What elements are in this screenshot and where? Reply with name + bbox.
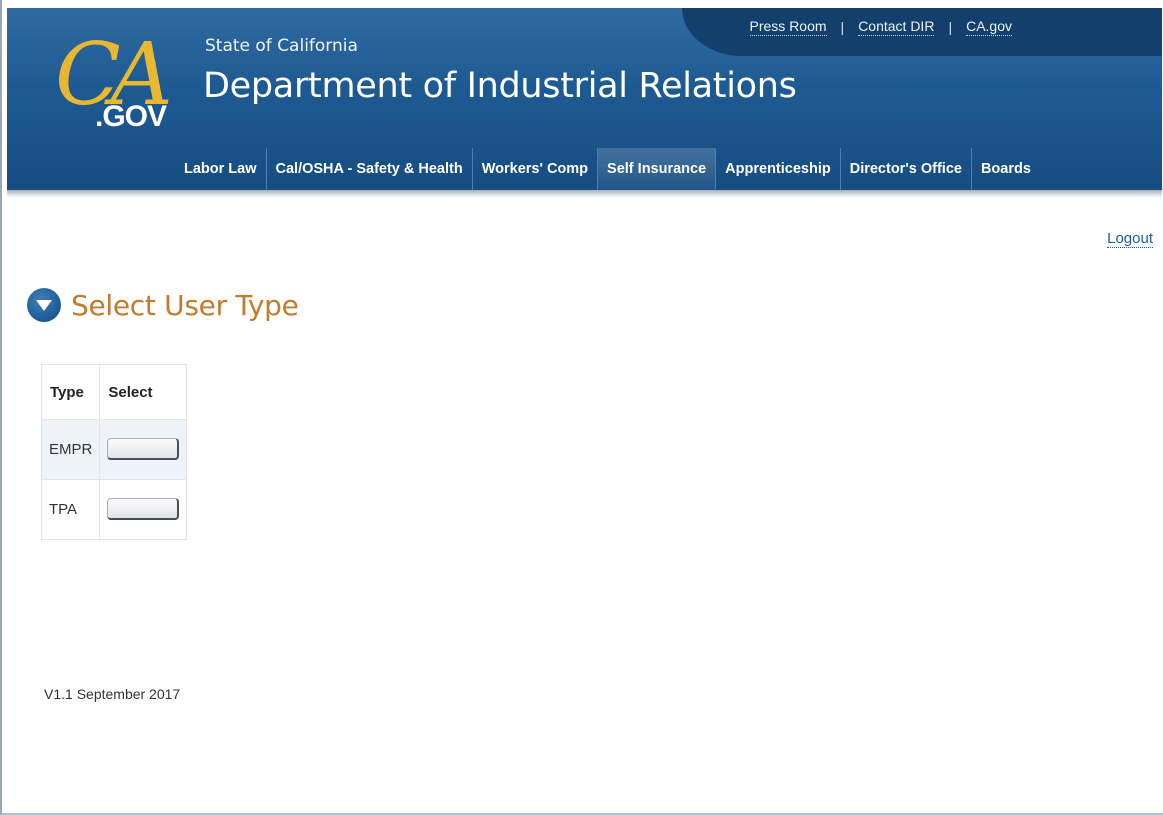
browser-frame: Press Room | Contact DIR | CA.gov CA .GO… [0,0,1163,815]
utility-separator: | [840,19,845,35]
nav-item-labor-law[interactable]: Labor Law [175,148,267,190]
nav-item-apprenticeship[interactable]: Apprenticeship [716,148,841,190]
user-type-cell: EMPR [40,419,101,480]
select-empr-button[interactable] [107,437,180,460]
table-row: EMPR [40,419,188,480]
nav-item-boards[interactable]: Boards [972,148,1040,190]
table-header-row: Type Select [40,364,188,420]
utility-separator: | [948,19,953,35]
state-label: State of California [205,36,358,56]
select-cell [99,479,188,540]
nav-item-self-insurance[interactable]: Self Insurance [598,148,717,190]
press-room-link[interactable]: Press Room [749,18,827,36]
user-type-table: Type Select EMPR TPA [40,364,188,540]
select-cell [99,419,188,480]
main-nav: Labor Law Cal/OSHA - Safety & Health Wor… [175,148,1040,190]
logout-link[interactable]: Logout [1107,230,1153,248]
user-type-cell: TPA [40,479,101,540]
header-shadow [7,190,1162,198]
select-tpa-button[interactable] [107,497,180,520]
column-header-type: Type [40,364,101,420]
ca-gov-link[interactable]: CA.gov [966,18,1012,36]
contact-dir-link[interactable]: Contact DIR [858,18,935,36]
page-title: Select User Type [71,288,299,322]
table-row: TPA [40,479,188,540]
chevron-down-circle-icon [27,288,61,322]
nav-item-workers-comp[interactable]: Workers' Comp [473,148,599,190]
utility-links: Press Room | Contact DIR | CA.gov [749,18,1012,36]
column-header-select: Select [99,364,188,420]
nav-item-cal-osha[interactable]: Cal/OSHA - Safety & Health [267,148,473,190]
section-title: Select User Type [27,288,299,322]
department-title[interactable]: Department of Industrial Relations [203,66,797,106]
logo-gov-text: .GOV [95,100,167,133]
ca-gov-logo[interactable]: CA .GOV [47,30,187,150]
version-label: V1.1 September 2017 [44,686,181,702]
nav-item-directors-office[interactable]: Director's Office [841,148,972,190]
site-header: Press Room | Contact DIR | CA.gov CA .GO… [7,8,1162,190]
